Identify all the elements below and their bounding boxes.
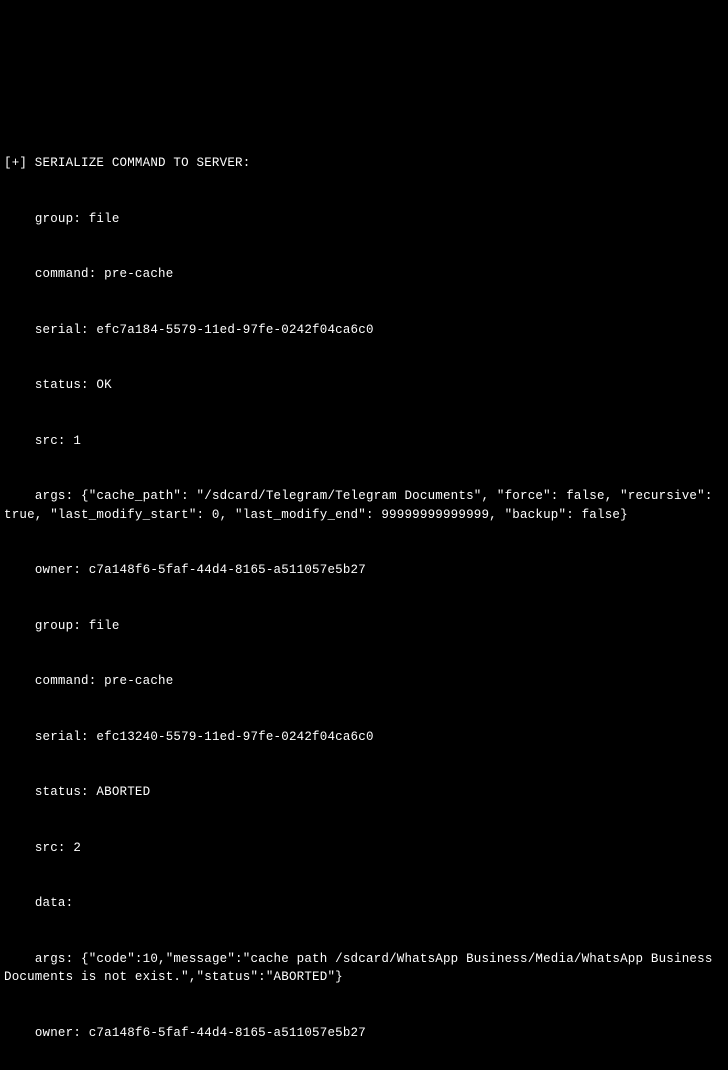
log-line: args: {"cache_path": "/sdcard/Telegram/T… [4, 487, 724, 524]
log-line: data: [4, 894, 724, 913]
log-line: serial: efc7a184-5579-11ed-97fe-0242f04c… [4, 321, 724, 340]
serialize-block: [+] SERIALIZE COMMAND TO SERVER: group: … [4, 117, 724, 1070]
log-line: group: file [4, 210, 724, 229]
log-line: src: 1 [4, 432, 724, 451]
log-line: command: pre-cache [4, 265, 724, 284]
log-line: command: pre-cache [4, 672, 724, 691]
log-line: status: OK [4, 376, 724, 395]
log-line: owner: c7a148f6-5faf-44d4-8165-a511057e5… [4, 1024, 724, 1043]
log-line: args: {"code":10,"message":"cache path /… [4, 950, 724, 987]
section-header: [+] SERIALIZE COMMAND TO SERVER: [4, 154, 724, 173]
terminal-output: [+] SERIALIZE COMMAND TO SERVER: group: … [4, 80, 724, 1070]
log-line: owner: c7a148f6-5faf-44d4-8165-a511057e5… [4, 561, 724, 580]
log-line: src: 2 [4, 839, 724, 858]
log-line: status: ABORTED [4, 783, 724, 802]
log-line: group: file [4, 617, 724, 636]
log-line: serial: efc13240-5579-11ed-97fe-0242f04c… [4, 728, 724, 747]
